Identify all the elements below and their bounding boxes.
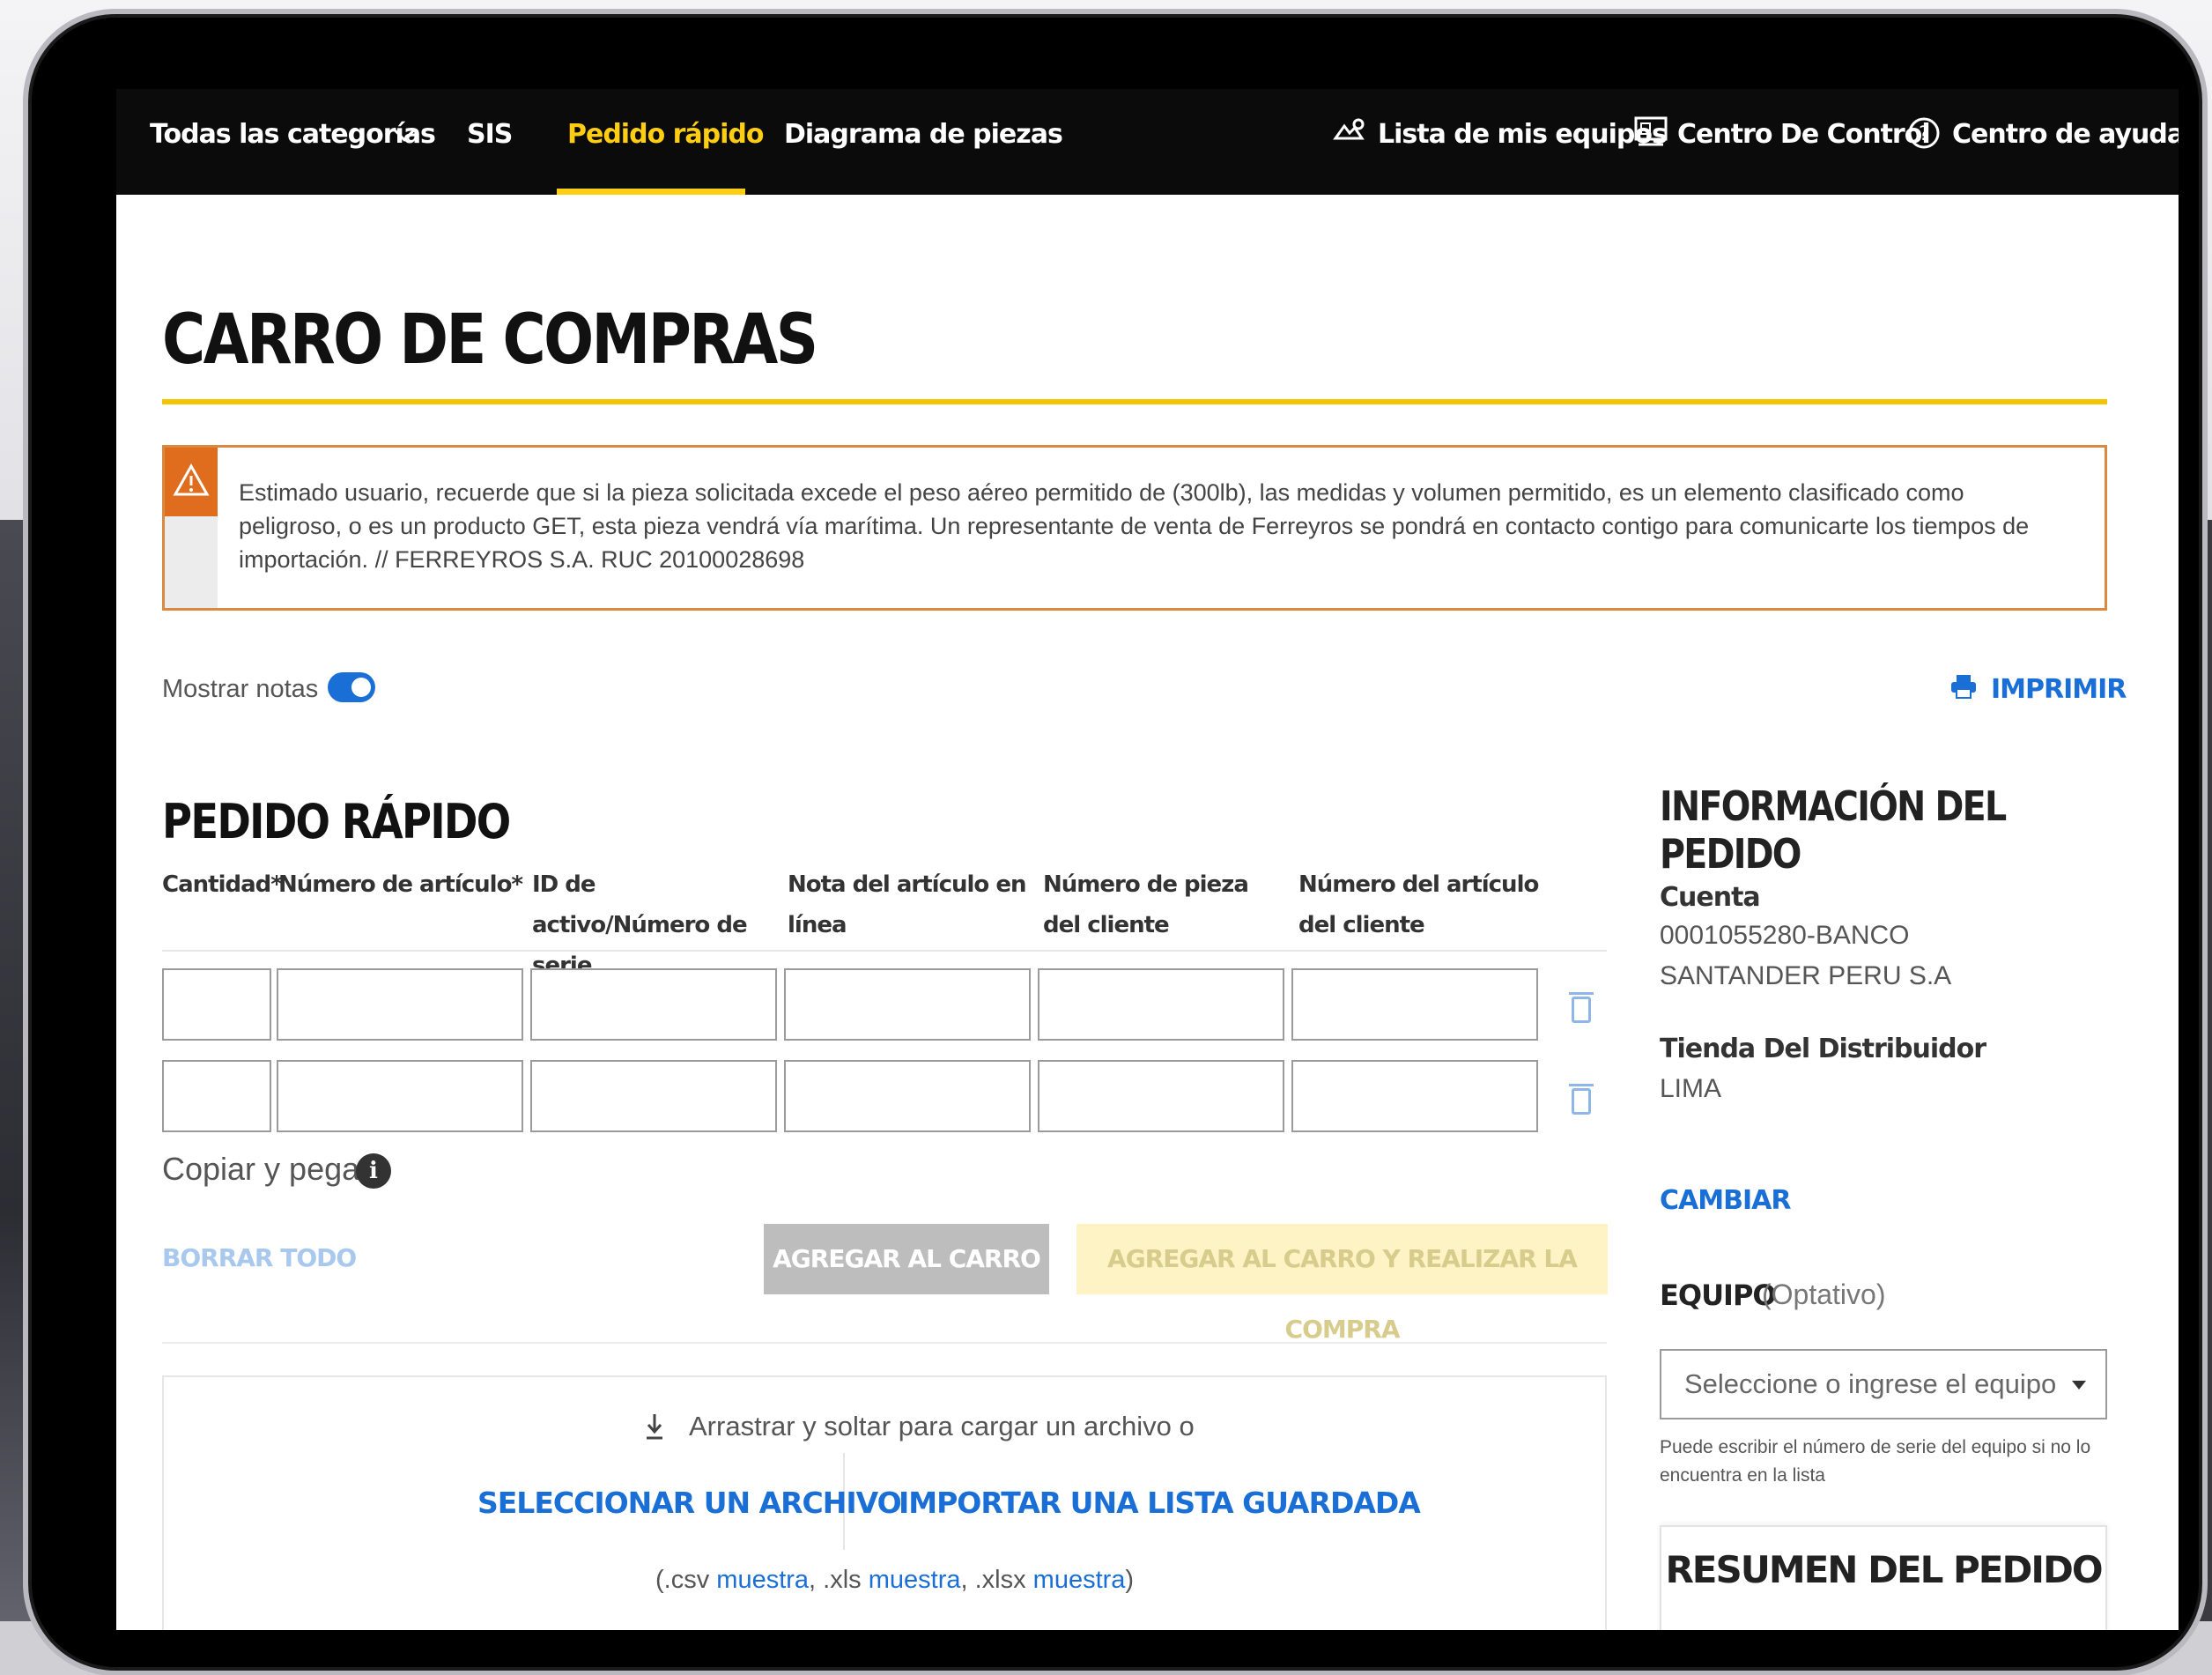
alert-message: Estimado usuario, recuerde que si la pie…	[239, 479, 2030, 573]
section-divider	[162, 1342, 1607, 1344]
nav-help-center[interactable]: Centro de ayuda	[1952, 119, 2179, 150]
print-button[interactable]: IMPRIMIR	[1991, 674, 2127, 705]
dashboard-icon[interactable]	[1633, 115, 1668, 159]
caret-down-icon	[2072, 1381, 2086, 1390]
asset-id-input[interactable]	[530, 1060, 777, 1132]
equipment-select[interactable]: Seleccione o ingrese el equipo	[1660, 1349, 2107, 1419]
customer-part-input[interactable]	[1038, 968, 1284, 1041]
add-to-cart-button[interactable]: AGREGAR AL CARRO	[764, 1224, 1049, 1294]
nav-my-equipment[interactable]: Lista de mis equipos	[1378, 119, 1668, 150]
item-number-input[interactable]	[277, 968, 523, 1041]
title-divider	[162, 399, 2107, 404]
toggle-knob	[351, 678, 371, 697]
column-header-customer-part: Número de pieza del cliente	[1043, 871, 1249, 938]
select-file-link[interactable]: SELECCIONAR UN ARCHIVO	[477, 1486, 902, 1520]
active-tab-indicator	[557, 189, 745, 195]
item-number-input[interactable]	[277, 1060, 523, 1132]
column-header-quantity: Cantidad*	[162, 871, 283, 898]
line-note-input[interactable]	[784, 968, 1031, 1041]
equipment-optional-label: (Optativo)	[1762, 1278, 1886, 1310]
nav-control-center[interactable]: Centro De Control	[1677, 119, 1931, 150]
copy-paste-label[interactable]: Copiar y pegar	[162, 1151, 370, 1188]
show-notes-toggle[interactable]	[328, 672, 375, 702]
page-title: CARRO DE COMPRAS	[162, 300, 818, 380]
customer-item-input[interactable]	[1291, 1060, 1538, 1132]
sample-files: (.csv muestra, .xls muestra, .xlsx muest…	[655, 1566, 1134, 1595]
sample-prefix-csv: (.csv	[655, 1566, 717, 1594]
download-icon	[641, 1411, 668, 1442]
drag-drop-text: Arrastrar y soltar para cargar un archiv…	[689, 1411, 1195, 1442]
column-header-line-note: Nota del artículo en línea	[788, 871, 1026, 938]
warning-icon	[165, 448, 218, 516]
info-icon[interactable]: i	[356, 1153, 391, 1189]
store-label: Tienda Del Distribuidor	[1660, 1034, 1986, 1064]
screen: Todas las categorías SIS Pedido rápido D…	[116, 89, 2179, 1630]
show-notes-label: Mostrar notas	[162, 675, 319, 703]
trash-icon[interactable]	[1569, 1084, 1594, 1115]
store-value: LIMA	[1660, 1074, 1722, 1103]
column-header-item-number: Número de artículo*	[278, 871, 523, 898]
xlsx-sample-link[interactable]: muestra	[1033, 1566, 1126, 1594]
customer-part-input[interactable]	[1038, 1060, 1284, 1132]
top-navigation: Todas las categorías SIS Pedido rápido D…	[116, 89, 2179, 195]
quantity-input[interactable]	[162, 1060, 271, 1132]
printer-icon[interactable]	[1950, 674, 1977, 699]
add-and-checkout-button[interactable]: AGREGAR AL CARRO Y REALIZAR LA COMPRA	[1076, 1224, 1608, 1344]
shipping-alert: Estimado usuario, recuerde que si la pie…	[162, 445, 2107, 611]
sample-prefix-xlsx: , .xlsx	[960, 1566, 1033, 1594]
import-saved-list-link[interactable]: IMPORTAR UNA LISTA GUARDADA	[899, 1486, 1421, 1520]
change-store-link[interactable]: CAMBIAR	[1660, 1185, 1791, 1216]
asset-id-input[interactable]	[530, 968, 777, 1041]
account-label: Cuenta	[1660, 882, 1761, 913]
quantity-input[interactable]	[162, 968, 271, 1041]
equipment-list-icon[interactable]	[1332, 115, 1367, 155]
clear-all-button[interactable]: BORRAR TODO	[162, 1243, 357, 1272]
csv-sample-link[interactable]: muestra	[716, 1566, 809, 1594]
order-info-title: INFORMACIÓN DEL PEDIDO	[1660, 782, 2007, 878]
sample-suffix: )	[1125, 1566, 1135, 1594]
line-note-input[interactable]	[784, 1060, 1031, 1132]
order-summary-title: RESUMEN DEL PEDIDO	[1665, 1548, 2103, 1591]
customer-item-input[interactable]	[1291, 968, 1538, 1041]
help-icon[interactable]: ?	[1906, 115, 1942, 159]
order-summary-card: RESUMEN DEL PEDIDO	[1660, 1525, 2107, 1630]
tablet-frame: Todas las categorías SIS Pedido rápido D…	[23, 9, 2208, 1675]
header-divider	[162, 950, 1607, 952]
sample-prefix-xls: , .xls	[809, 1566, 869, 1594]
quick-order-title: PEDIDO RÁPIDO	[162, 794, 511, 849]
equipment-help-text: Puede escribir el número de serie del eq…	[1660, 1437, 2091, 1486]
column-header-customer-item: Número del artículo del cliente	[1298, 871, 1539, 938]
nav-parts-diagram[interactable]: Diagrama de piezas	[784, 119, 1063, 150]
account-value: 0001055280-BANCO SANTANDER PERU S.A	[1660, 921, 1952, 990]
nav-all-categories[interactable]: Todas las categorías	[150, 119, 436, 150]
nav-sis[interactable]: SIS	[467, 119, 513, 150]
xls-sample-link[interactable]: muestra	[869, 1566, 961, 1594]
trash-icon[interactable]	[1569, 992, 1594, 1023]
svg-text:?: ?	[1919, 123, 1929, 145]
nav-quick-order[interactable]: Pedido rápido	[567, 119, 765, 150]
equipment-placeholder: Seleccione o ingrese el equipo	[1684, 1368, 2057, 1399]
equipment-label: EQUIPO	[1660, 1278, 1777, 1312]
